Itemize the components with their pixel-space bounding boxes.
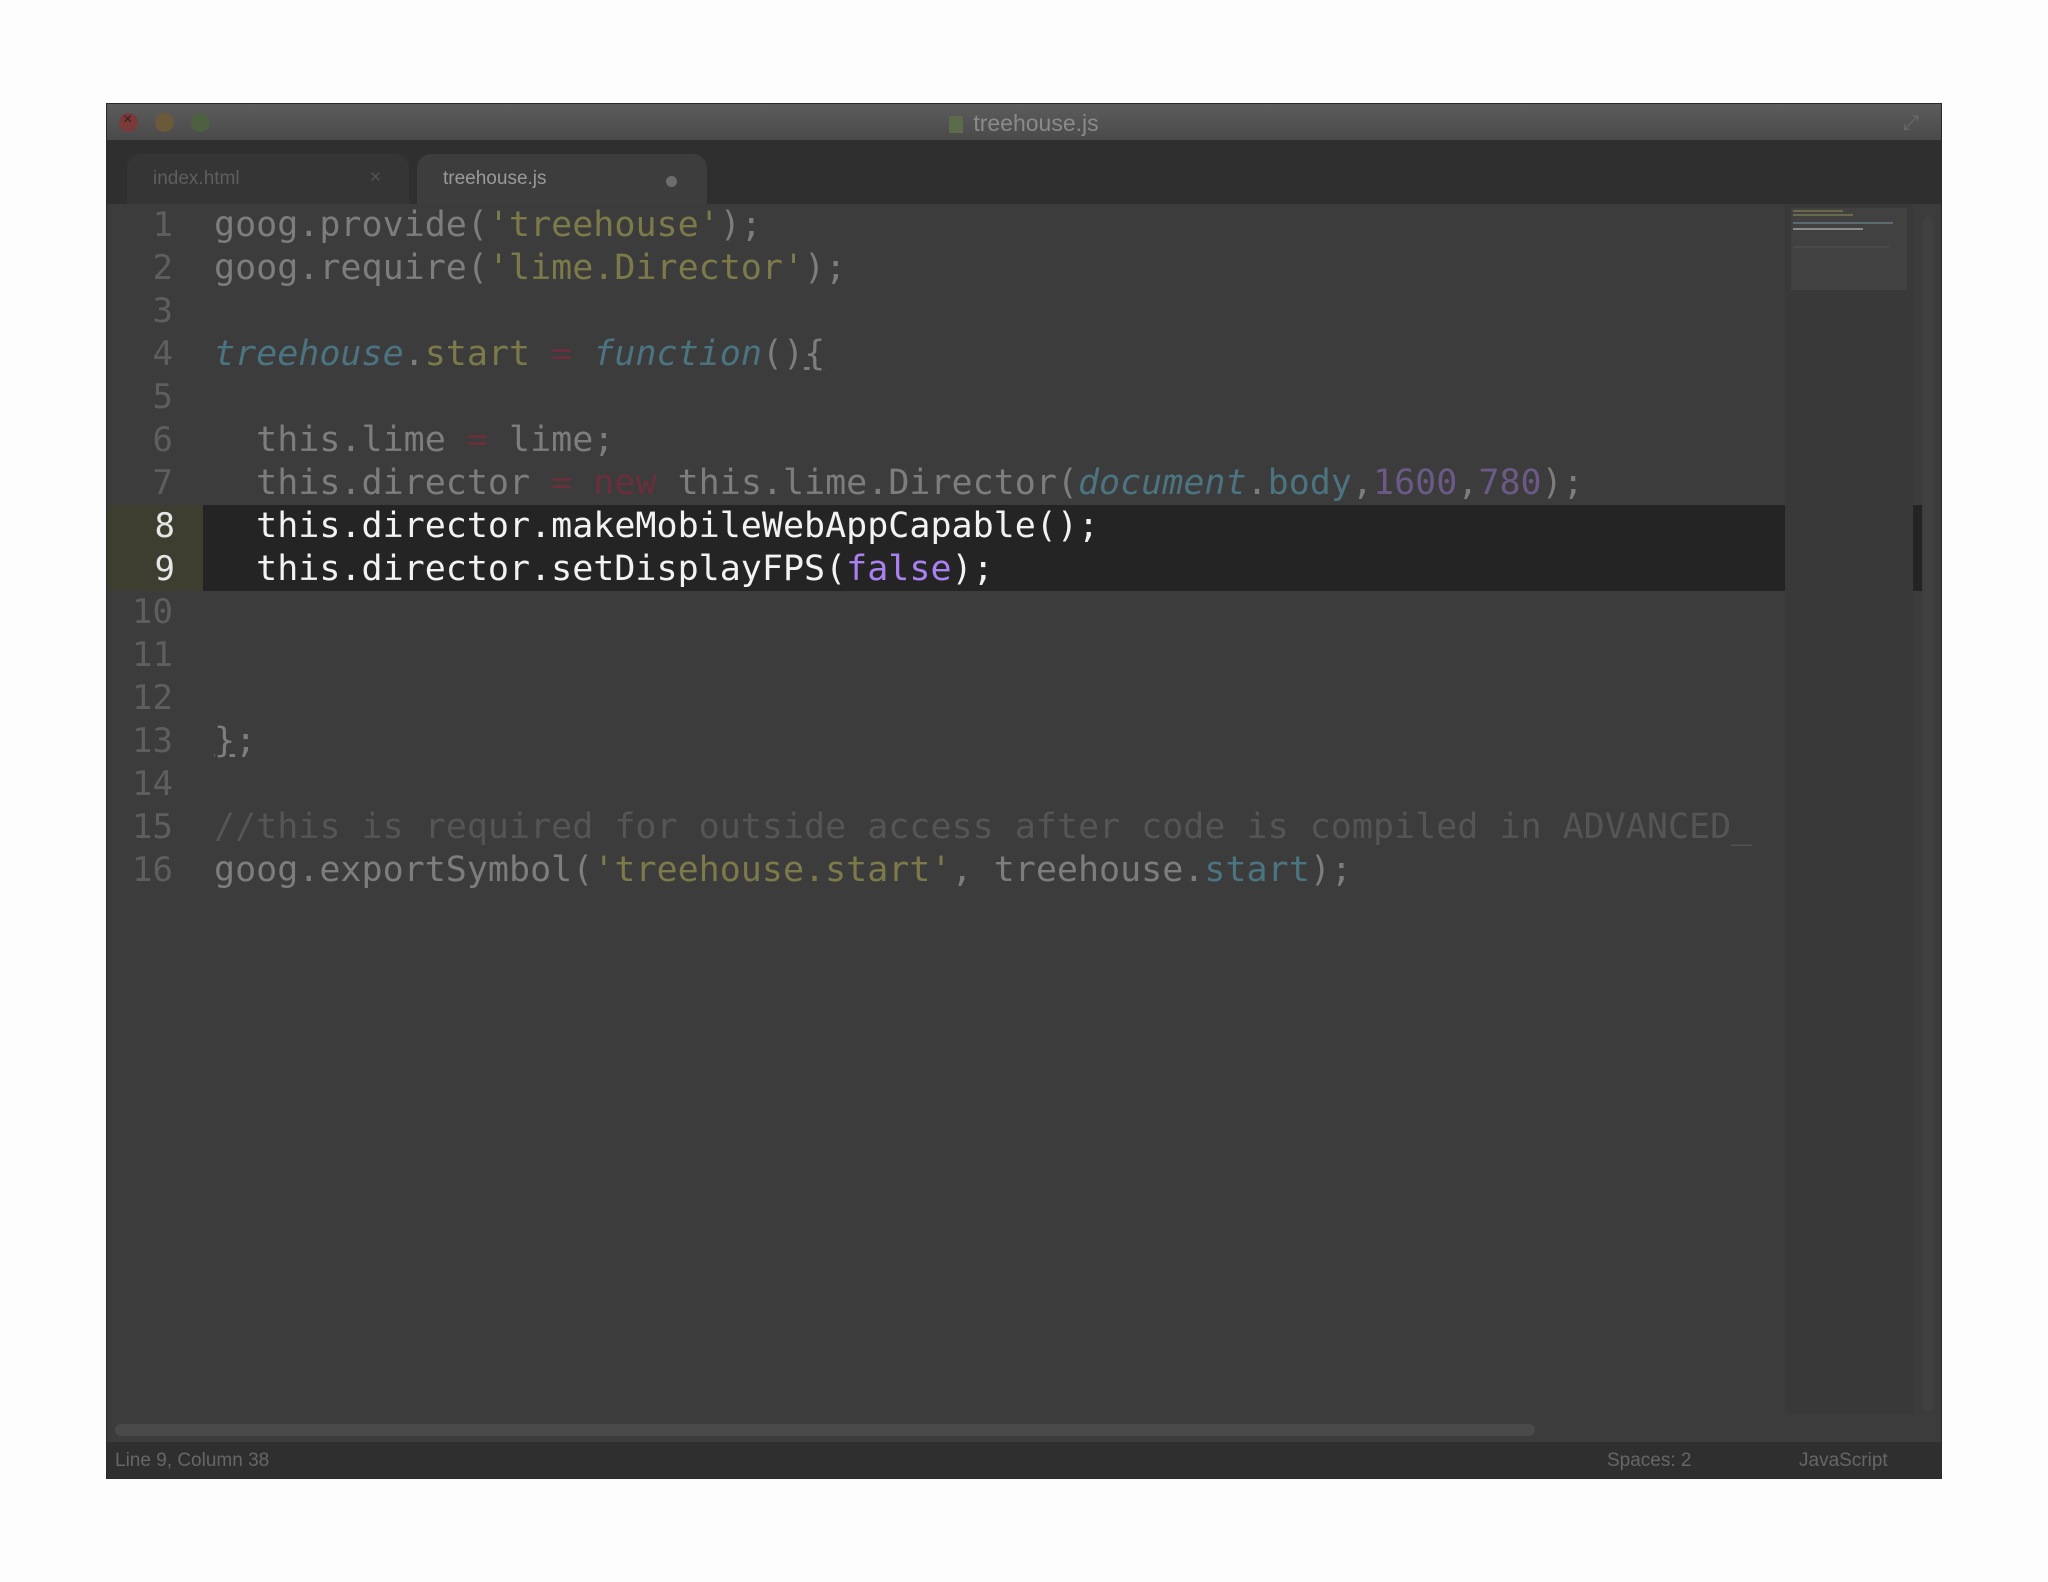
line-number: 14 — [132, 764, 173, 804]
unsaved-dot-icon[interactable] — [666, 176, 677, 187]
code-line[interactable]: 7 this.director = new this.lime.Director… — [107, 462, 1922, 505]
tab-label: treehouse.js — [443, 168, 547, 189]
minimap-line — [1793, 246, 1889, 248]
code-text[interactable]: goog.exportSymbol('treehouse.start', tre… — [214, 849, 1352, 892]
line-number: 4 — [152, 334, 173, 374]
code-line[interactable]: 9 this.director.setDisplayFPS(false); — [107, 548, 1922, 591]
line-number: 1 — [152, 205, 173, 245]
code-text[interactable]: //this is required for outside access af… — [214, 806, 1752, 849]
tab-label: index.html — [153, 168, 240, 189]
line-number: 8 — [107, 505, 203, 548]
line-number: 10 — [132, 592, 173, 632]
line-number: 11 — [132, 635, 173, 675]
code-line[interactable]: 10 — [107, 591, 1922, 634]
code-line[interactable]: 2 goog.require('lime.Director'); — [107, 247, 1922, 290]
minimap-line — [1793, 228, 1863, 230]
line-number: 3 — [152, 291, 173, 331]
code-line[interactable]: 3 — [107, 290, 1922, 333]
line-number: 5 — [152, 377, 173, 417]
minimap[interactable] — [1785, 204, 1913, 1414]
code-line[interactable]: 15 //this is required for outside access … — [107, 806, 1922, 849]
line-number: 15 — [132, 807, 173, 847]
window-title-text: treehouse.js — [973, 110, 1099, 136]
tab-bar: index.html × treehouse.js — [107, 140, 1941, 204]
code-editor[interactable]: 1 goog.provide('treehouse'); 2 goog.require… — [107, 204, 1941, 1442]
minimap-line — [1793, 214, 1853, 216]
line-number: 16 — [132, 850, 173, 890]
code-line[interactable]: 5 — [107, 376, 1922, 419]
code-line[interactable]: 4 treehouse.start = function(){ — [107, 333, 1922, 376]
status-indentation[interactable]: Spaces: 2 — [1607, 1450, 1692, 1472]
code-line[interactable]: 16 goog.exportSymbol('treehouse.start', t… — [107, 849, 1922, 892]
file-icon — [949, 116, 964, 133]
code-text[interactable]: treehouse.start = function(){ — [214, 333, 825, 376]
code-line[interactable]: 8 this.director.makeMobileWebAppCapable(… — [107, 505, 1922, 548]
editor-window: treehouse.js ⤢ index.html × treehouse.js… — [106, 103, 1942, 1479]
code-line[interactable]: 14 — [107, 763, 1922, 806]
code-text[interactable]: this.director = new this.lime.Director(d… — [214, 462, 1584, 505]
tab-close-icon[interactable]: × — [370, 167, 381, 189]
horizontal-scrollbar[interactable] — [115, 1424, 1535, 1436]
line-number: 9 — [107, 548, 203, 591]
code-text[interactable]: }; — [214, 720, 256, 763]
status-syntax[interactable]: JavaScript — [1799, 1450, 1888, 1472]
line-number: 7 — [152, 463, 173, 503]
tab-treehouse-js[interactable]: treehouse.js — [417, 154, 707, 204]
status-cursor-position: Line 9, Column 38 — [115, 1450, 270, 1471]
minimap-viewport[interactable] — [1791, 208, 1907, 290]
code-text[interactable]: this.lime = lime; — [214, 419, 614, 462]
line-number: 2 — [152, 248, 173, 288]
status-bar: Line 9, Column 38 Spaces: 2 JavaScript — [107, 1442, 1941, 1478]
minimap-line — [1793, 222, 1893, 224]
code-line[interactable]: 13}; — [107, 720, 1922, 763]
line-number: 12 — [132, 678, 173, 718]
code-text[interactable]: this.director.setDisplayFPS(false); — [214, 548, 994, 591]
code-line[interactable]: 1 goog.provide('treehouse'); — [107, 204, 1922, 247]
code-text[interactable]: goog.provide('treehouse'); — [214, 204, 762, 247]
code-line[interactable]: 6 this.lime = lime; — [107, 419, 1922, 462]
code-text[interactable]: goog.require('lime.Director'); — [214, 247, 846, 290]
title-bar: treehouse.js ⤢ — [107, 104, 1941, 141]
code-line[interactable]: 12 — [107, 677, 1922, 720]
line-number: 13 — [132, 721, 173, 761]
window-title: treehouse.js — [107, 110, 1941, 137]
fullscreen-icon[interactable]: ⤢ — [1903, 112, 1925, 134]
minimap-line — [1793, 210, 1843, 212]
line-number: 6 — [152, 420, 173, 460]
code-text[interactable]: this.director.makeMobileWebAppCapable(); — [214, 505, 1099, 548]
code-line[interactable]: 11 — [107, 634, 1922, 677]
tab-index-html[interactable]: index.html × — [127, 154, 409, 204]
vertical-scrollbar[interactable] — [1923, 216, 1933, 1411]
